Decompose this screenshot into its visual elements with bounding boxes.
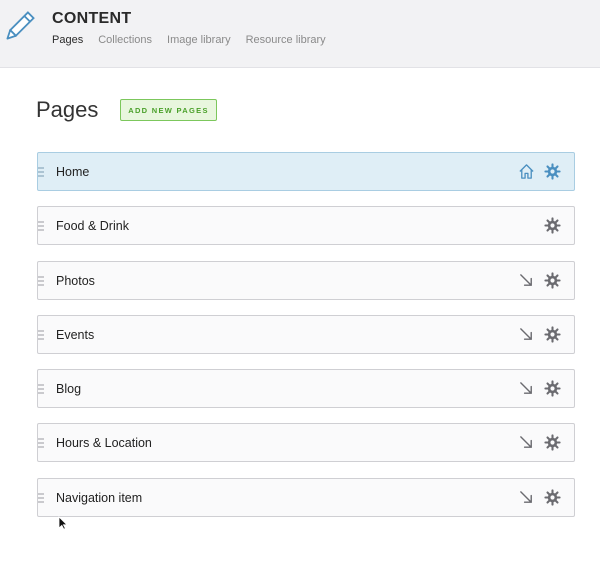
page-row-food-drink[interactable]: Food & Drink bbox=[37, 206, 575, 246]
arrow-down-right-icon[interactable] bbox=[518, 434, 535, 451]
gear-icon[interactable] bbox=[544, 380, 561, 397]
page-row-photos[interactable]: Photos bbox=[37, 260, 575, 300]
content-nav: Pages Collections Image library Resource… bbox=[52, 34, 341, 46]
page-row-hours-location[interactable]: Hours & Location bbox=[37, 423, 575, 463]
arrow-down-right-icon[interactable] bbox=[518, 326, 535, 343]
page-row-home[interactable]: Home bbox=[37, 152, 575, 191]
top-header: CONTENT Pages Collections Image library … bbox=[0, 0, 600, 68]
arrow-down-right-icon[interactable] bbox=[518, 489, 535, 506]
pencil-icon[interactable] bbox=[0, 10, 36, 46]
page-row-label: Blog bbox=[56, 382, 82, 397]
nav-tab-pages[interactable]: Pages bbox=[52, 34, 83, 46]
page-row-navigation-item[interactable]: Navigation item bbox=[37, 477, 575, 517]
home-icon[interactable] bbox=[518, 163, 535, 180]
nav-tab-image-library[interactable]: Image library bbox=[167, 34, 231, 46]
gear-icon[interactable] bbox=[544, 434, 561, 452]
drag-handle-icon[interactable] bbox=[37, 166, 45, 178]
drag-handle-icon[interactable] bbox=[37, 437, 45, 449]
arrow-down-right-icon[interactable] bbox=[518, 272, 535, 289]
app-title: CONTENT bbox=[52, 10, 132, 27]
add-new-pages-button[interactable]: ADD NEW PAGES bbox=[120, 99, 217, 121]
page-row-label: Home bbox=[56, 165, 90, 179]
drag-handle-icon[interactable] bbox=[37, 220, 45, 232]
gear-icon[interactable] bbox=[544, 489, 561, 506]
gear-icon[interactable] bbox=[544, 163, 561, 180]
gear-icon[interactable] bbox=[544, 326, 561, 343]
page-row-label: Navigation item bbox=[56, 490, 143, 505]
page-row-label: Food & Drink bbox=[56, 219, 129, 234]
drag-handle-icon[interactable] bbox=[37, 329, 45, 341]
nav-tab-resource-library[interactable]: Resource library bbox=[246, 34, 326, 46]
arrow-down-right-icon[interactable] bbox=[518, 380, 535, 397]
page-row-label: Events bbox=[56, 327, 95, 342]
nav-tab-collections[interactable]: Collections bbox=[98, 34, 152, 46]
gear-icon[interactable] bbox=[544, 271, 561, 289]
drag-handle-icon[interactable] bbox=[37, 492, 45, 504]
page-row-label: Photos bbox=[56, 273, 95, 288]
gear-icon[interactable] bbox=[544, 217, 561, 234]
page-row-blog[interactable]: Blog bbox=[37, 369, 575, 409]
mouse-cursor-icon bbox=[58, 516, 68, 530]
drag-handle-icon[interactable] bbox=[37, 383, 45, 395]
pages-list: Home Food & Drink Photos Events Blog Hou… bbox=[37, 152, 575, 532]
page-row-label: Hours & Location bbox=[56, 436, 152, 451]
page-title: Pages bbox=[36, 97, 99, 122]
drag-handle-icon[interactable] bbox=[37, 275, 45, 287]
page-row-events[interactable]: Events bbox=[37, 314, 575, 354]
